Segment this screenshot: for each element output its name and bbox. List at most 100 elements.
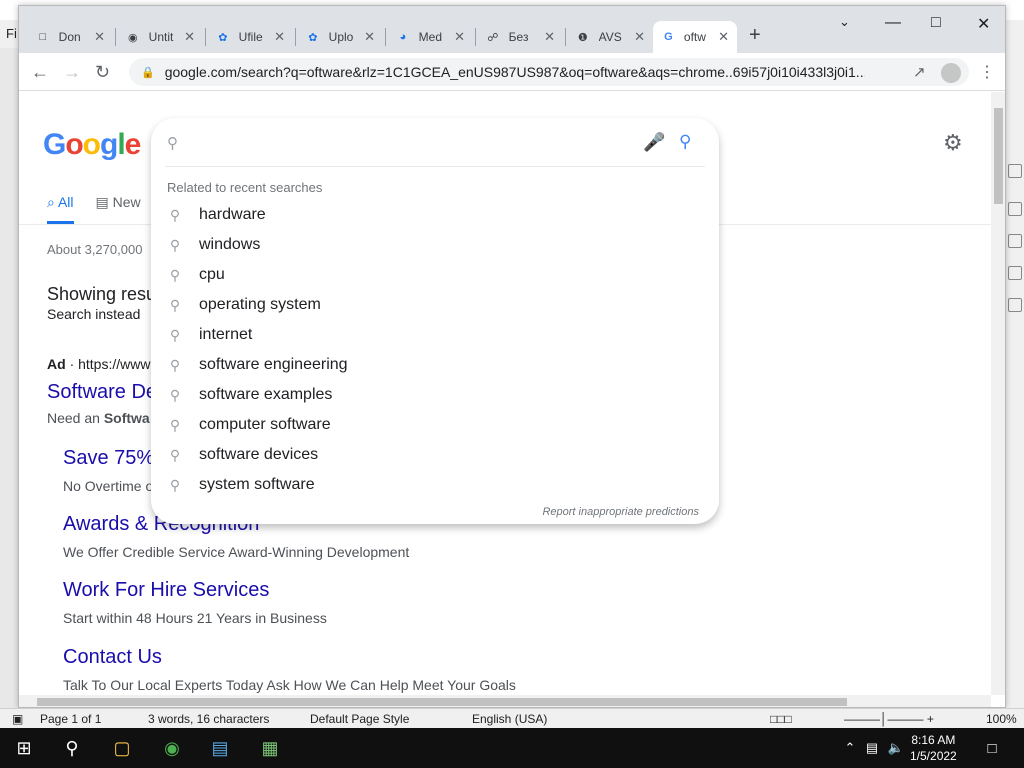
tab-title: Med [418, 30, 442, 44]
chevron-up-icon[interactable]: ⌃ [838, 736, 862, 760]
browser-tab[interactable]: ❶ AVS ✕ [567, 21, 653, 53]
back-button[interactable]: ← [31, 62, 49, 83]
ad-header: Ad · https://www. [47, 356, 154, 372]
tab-separator [385, 28, 386, 46]
taskbar-clock[interactable]: 8:16 AM 1/5/2022 [910, 732, 957, 764]
app-icon[interactable]: ▦ [258, 736, 282, 760]
word-count[interactable]: 3 words, 16 characters [148, 712, 269, 726]
close-icon[interactable]: ✕ [94, 29, 105, 45]
notification-icon[interactable]: □ [980, 736, 1004, 760]
lock-icon[interactable]: 🔒 [141, 66, 155, 79]
writer-menu-file[interactable]: Fi [6, 26, 17, 41]
close-icon[interactable]: ✕ [634, 29, 645, 45]
properties-icon[interactable] [1008, 164, 1022, 178]
sitelink-title[interactable]: Work For Hire Services [63, 579, 269, 602]
styles-icon[interactable] [1008, 202, 1022, 216]
browser-tab[interactable]: ◉ Untit ✕ [117, 21, 203, 53]
page-viewport: Google ⚙ ⌕ All ▤ New About 3,270,000 Sho… [19, 92, 991, 695]
network-icon[interactable]: ▤ [860, 736, 884, 760]
navigator-icon[interactable] [1008, 266, 1022, 280]
save-status-icon: ▣ [12, 712, 24, 726]
forward-button[interactable]: → [63, 62, 81, 83]
search-input[interactable] [195, 130, 625, 156]
scroll-thumb[interactable] [37, 698, 847, 706]
suggestion-item[interactable]: ⚲ software examples [151, 380, 719, 410]
suggestion-item[interactable]: ⚲ internet [151, 320, 719, 350]
close-icon[interactable]: ✕ [544, 29, 555, 45]
browser-tab[interactable]: ✿ Uplo ✕ [297, 21, 383, 53]
microphone-icon[interactable]: 🎤 [643, 132, 665, 153]
ad-title-link[interactable]: Software De [47, 381, 157, 404]
windows-start-icon[interactable]: ⊞ [12, 736, 36, 760]
gallery-icon[interactable] [1008, 234, 1022, 248]
vertical-scrollbar[interactable] [991, 92, 1005, 695]
suggestion-item[interactable]: ⚲ software devices [151, 440, 719, 470]
zoom-level[interactable]: 100% [986, 712, 1017, 726]
new-tab-button[interactable]: + [749, 24, 761, 47]
ad-label: Ad [47, 356, 66, 372]
menu-icon[interactable]: ⋮ [979, 62, 995, 82]
browser-tab[interactable]: ✿ Ufile ✕ [207, 21, 293, 53]
browser-tab[interactable]: □ Don ✕ [27, 21, 113, 53]
ufile-icon: ✿ [308, 31, 318, 44]
google-logo[interactable]: Google [43, 128, 141, 162]
language[interactable]: English (USA) [472, 712, 547, 726]
profile-avatar[interactable] [941, 63, 961, 83]
maximize-button[interactable]: □ [931, 14, 941, 32]
suggestion-item[interactable]: ⚲ software engineering [151, 350, 719, 380]
search-icon[interactable]: ⚲ [60, 736, 84, 760]
close-icon[interactable]: ✕ [274, 29, 285, 45]
close-icon[interactable]: ✕ [454, 29, 465, 45]
showing-results-text: Showing resu [47, 284, 157, 304]
tab-strip: □ Don ✕ ◉ Untit ✕ ✿ Ufile ✕ ✿ Uplo ✕ ◕ M… [19, 6, 1005, 53]
page-count[interactable]: Page 1 of 1 [40, 712, 101, 726]
sitelink-title[interactable]: Contact Us [63, 646, 162, 669]
close-icon[interactable]: ✕ [718, 29, 729, 45]
suggestion-item[interactable]: ⚲ operating system [151, 290, 719, 320]
address-bar[interactable]: 🔒 google.com/search?q=oftware&rlz=1C1GCE… [129, 58, 969, 86]
sitelink-description: We Offer Credible Service Award-Winning … [63, 544, 410, 560]
tab-all[interactable]: ⌕ All [47, 194, 74, 224]
suggestion-item[interactable]: ⚲ hardware [151, 200, 719, 230]
view-layout-icon[interactable]: □□□ [770, 712, 792, 726]
chrome-icon[interactable]: ◉ [160, 736, 184, 760]
zoom-slider[interactable]: ———│——— + [844, 712, 934, 726]
file-explorer-icon[interactable]: ▢ [110, 736, 134, 760]
scroll-thumb[interactable] [994, 108, 1003, 204]
reload-button[interactable]: ↻ [95, 62, 110, 83]
browser-tab[interactable]: ◕ Med ✕ [387, 21, 473, 53]
ufile-icon: ✿ [218, 31, 228, 44]
windows-taskbar: ⊞ ⚲ ▢ ◉ ▤ ▦ ⌃ ▤ 🔈 8:16 AM 1/5/2022 □ [0, 728, 1024, 768]
suggestion-item[interactable]: ⚲ system software [151, 470, 719, 500]
related-searches-label: Related to recent searches [167, 180, 323, 195]
browser-tab[interactable]: ☍ Без ✕ [477, 21, 563, 53]
media-icon: ◕ [399, 31, 407, 43]
close-window-button[interactable]: ✕ [977, 14, 990, 34]
sitelink-title[interactable]: Save 75% [63, 447, 154, 470]
writer-icon[interactable]: ▤ [208, 736, 232, 760]
page-style[interactable]: Default Page Style [310, 712, 409, 726]
chrome-window: □ Don ✕ ◉ Untit ✕ ✿ Ufile ✕ ✿ Uplo ✕ ◕ M… [18, 5, 1006, 708]
report-predictions-link[interactable]: Report inappropriate predictions [542, 506, 699, 518]
volume-icon[interactable]: 🔈 [884, 736, 908, 760]
tab-news[interactable]: ▤ New [96, 194, 141, 224]
close-icon[interactable]: ✕ [364, 29, 375, 45]
search-submit-icon[interactable]: ⚲ [679, 132, 691, 152]
sitelink-description: No Overtime o [63, 478, 154, 494]
page-icon[interactable] [1008, 298, 1022, 312]
close-icon[interactable]: ✕ [184, 29, 195, 45]
browser-tab-active[interactable]: G oftw ✕ [653, 21, 737, 53]
search-icon: ⚲ [167, 135, 178, 152]
suggestion-item[interactable]: ⚲ cpu [151, 260, 719, 290]
ad-url[interactable]: · https://www. [70, 356, 154, 372]
suggestion-item[interactable]: ⚲ windows [151, 230, 719, 260]
share-icon[interactable]: ↗ [913, 63, 926, 81]
settings-gear-icon[interactable]: ⚙ [943, 130, 963, 156]
suggestion-item[interactable]: ⚲ computer software [151, 410, 719, 440]
horizontal-scrollbar[interactable] [19, 695, 991, 707]
tab-search-icon[interactable]: ⌄ [839, 14, 850, 30]
minimize-button[interactable]: — [885, 14, 901, 32]
doc-icon: □ [39, 31, 47, 43]
search-instead-link[interactable]: Search instead [47, 306, 140, 322]
search-tabs: ⌕ All ▤ New [47, 194, 141, 224]
